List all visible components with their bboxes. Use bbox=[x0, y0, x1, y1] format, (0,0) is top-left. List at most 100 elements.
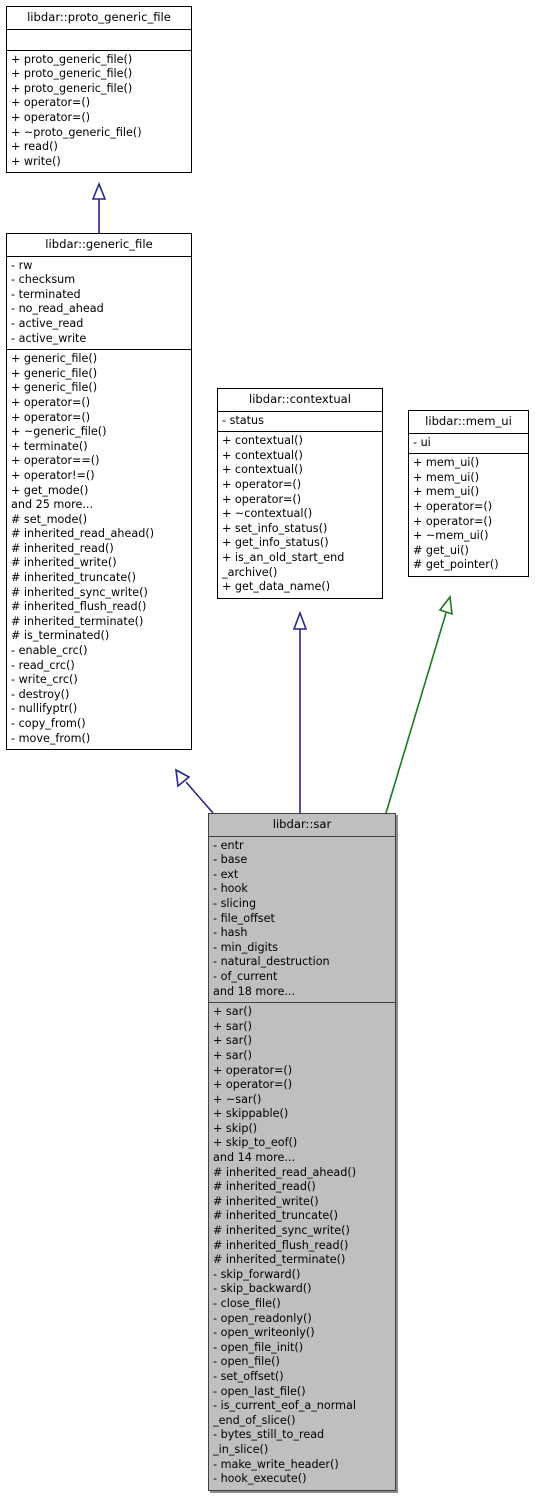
class-title-sar: libdar::sar bbox=[209, 814, 395, 837]
class-operations-proto-generic-file: + proto_generic_file() + proto_generic_fi… bbox=[7, 51, 191, 173]
class-title-generic-file: libdar::generic_file bbox=[7, 234, 191, 257]
class-member: + operator=() bbox=[222, 492, 302, 506]
class-box-proto-generic-file[interactable]: libdar::proto_generic_file + proto_gener… bbox=[6, 6, 192, 174]
class-member: - hook bbox=[213, 882, 248, 896]
class-member: + contextual() bbox=[222, 434, 303, 448]
class-member: + read() bbox=[11, 140, 58, 154]
class-member: + sar() bbox=[213, 1019, 252, 1033]
class-member: # inherited_sync_write() bbox=[213, 1224, 350, 1238]
class-member: + mem_ui() bbox=[413, 485, 480, 499]
class-box-contextual[interactable]: libdar::contextual - status + contextual… bbox=[217, 388, 383, 599]
class-member: - close_file() bbox=[213, 1297, 281, 1310]
class-member: + operator=() bbox=[413, 499, 493, 513]
class-member: # is_terminated() bbox=[11, 629, 110, 643]
class-member: + write() bbox=[11, 154, 61, 168]
class-operations-contextual: + contextual() + contextual() + contextual… bbox=[218, 432, 382, 598]
class-member: + mem_ui() bbox=[413, 456, 480, 470]
edge-generic-file-to-proto-generic-file bbox=[91, 181, 107, 233]
class-member: - open_last_file() bbox=[213, 1384, 306, 1398]
class-member: + operator=() bbox=[413, 514, 493, 528]
class-member: - open_file() bbox=[213, 1355, 280, 1369]
class-member: + generic_file() bbox=[11, 352, 98, 366]
class-title-mem-ui: libdar::mem_ui bbox=[409, 411, 528, 434]
class-member: - rw bbox=[11, 258, 33, 272]
class-member: # inherited_read() bbox=[213, 1180, 316, 1194]
class-member: # set_mode() bbox=[11, 512, 88, 526]
class-member: + sar() bbox=[213, 1048, 252, 1062]
class-member: and 14 more... bbox=[213, 1151, 296, 1165]
class-member: # inherited_flush_read() bbox=[11, 600, 147, 614]
class-operations-generic-file: + generic_file() + generic_file() + generi… bbox=[7, 350, 191, 749]
class-member: - hash bbox=[213, 926, 248, 940]
class-member: # inherited_terminate() bbox=[213, 1253, 346, 1267]
class-member: + operator=() bbox=[213, 1063, 293, 1077]
class-operations-sar: + sar() + sar() + sar() + sar() + operator=(… bbox=[209, 1003, 395, 1490]
class-member: - enable_crc() bbox=[11, 644, 88, 658]
class-member: - open_writeonly() bbox=[213, 1326, 315, 1340]
class-member: and 25 more... bbox=[11, 498, 94, 512]
class-member: + mem_ui() bbox=[413, 470, 480, 484]
class-member: + ~contextual() bbox=[222, 507, 313, 521]
class-member: - of_current bbox=[213, 969, 278, 983]
class-member: # get_pointer() bbox=[413, 558, 499, 572]
class-member: + get_data_name() bbox=[222, 580, 331, 594]
class-member: + get_info_status() bbox=[222, 536, 329, 550]
class-member: - natural_destruction bbox=[213, 955, 330, 969]
class-member: + generic_file() bbox=[11, 381, 98, 395]
class-member: + ~sar() bbox=[213, 1092, 262, 1106]
class-member: # get_ui() bbox=[413, 543, 469, 557]
class-member: - file_offset bbox=[213, 911, 275, 925]
class-member: - no_read_ahead bbox=[11, 302, 104, 316]
class-member: # inherited_flush_read() bbox=[213, 1238, 349, 1252]
class-member: # inherited_read() bbox=[11, 541, 114, 555]
uml-class-diagram: libdar::proto_generic_file + proto_gener… bbox=[0, 0, 535, 1512]
class-member: - status bbox=[222, 413, 264, 427]
class-member: - make_write_header() bbox=[213, 1457, 339, 1471]
class-attributes-mem-ui: - ui bbox=[409, 434, 528, 455]
class-attributes-sar: - entr - base - ext - hook - slicing - file_o… bbox=[209, 837, 395, 1004]
class-member: + operator=() bbox=[11, 96, 91, 110]
class-member: + ~generic_file() bbox=[11, 425, 107, 439]
class-member: # inherited_sync_write() bbox=[11, 585, 148, 599]
class-member: # inherited_write() bbox=[11, 556, 117, 570]
edge-sar-to-mem-ui bbox=[385, 594, 453, 814]
class-member: - entr bbox=[213, 838, 244, 852]
class-member: + terminate() bbox=[11, 439, 88, 453]
class-member: + operator==() bbox=[11, 454, 100, 468]
class-member: - move_from() bbox=[11, 731, 91, 745]
class-box-mem-ui[interactable]: libdar::mem_ui - ui + mem_ui() + mem_ui()… bbox=[408, 410, 529, 577]
class-member: - is_current_eof_a_normal _end_of_slice(… bbox=[213, 1399, 356, 1427]
class-member: - skip_backward() bbox=[213, 1282, 312, 1296]
class-member: + operator=() bbox=[11, 410, 91, 424]
class-operations-mem-ui: + mem_ui() + mem_ui() + mem_ui() + operator… bbox=[409, 454, 528, 576]
class-member: - terminated bbox=[11, 287, 81, 301]
class-member: - read_crc() bbox=[11, 658, 75, 672]
class-member: + operator=() bbox=[213, 1078, 293, 1092]
class-member: + get_mode() bbox=[11, 483, 89, 497]
class-title-proto-generic-file: libdar::proto_generic_file bbox=[7, 7, 191, 30]
class-member: + ~proto_generic_file() bbox=[11, 125, 142, 139]
class-member: + ~mem_ui() bbox=[413, 529, 489, 543]
class-member: + sar() bbox=[213, 1005, 252, 1019]
edge-sar-to-generic-file bbox=[175, 768, 214, 814]
class-member: + operator=() bbox=[11, 395, 91, 409]
class-member: - bytes_still_to_read _in_slice() bbox=[213, 1428, 325, 1456]
class-member: + contextual() bbox=[222, 448, 303, 462]
class-member: # inherited_terminate() bbox=[11, 614, 144, 628]
edge-sar-to-contextual bbox=[292, 610, 308, 813]
class-member: # inherited_truncate() bbox=[213, 1209, 338, 1223]
class-attributes-generic-file: - rw - checksum - terminated - no_read_ahea… bbox=[7, 257, 191, 351]
class-box-generic-file[interactable]: libdar::generic_file - rw - checksum - ter… bbox=[6, 233, 192, 751]
class-member: - active_write bbox=[11, 331, 87, 345]
class-member: + proto_generic_file() bbox=[11, 67, 133, 81]
class-member: - write_crc() bbox=[11, 673, 78, 687]
class-member: + set_info_status() bbox=[222, 521, 328, 535]
class-title-contextual: libdar::contextual bbox=[218, 389, 382, 412]
class-member: - destroy() bbox=[11, 687, 70, 701]
class-member: - copy_from() bbox=[11, 717, 86, 730]
class-member: - checksum bbox=[11, 273, 76, 287]
class-box-sar[interactable]: libdar::sar - entr - base - ext - hook - sli… bbox=[208, 813, 396, 1491]
class-member: - skip_forward() bbox=[213, 1267, 301, 1281]
class-member: - nullifyptr() bbox=[11, 702, 78, 716]
class-member: # inherited_write() bbox=[213, 1194, 319, 1208]
